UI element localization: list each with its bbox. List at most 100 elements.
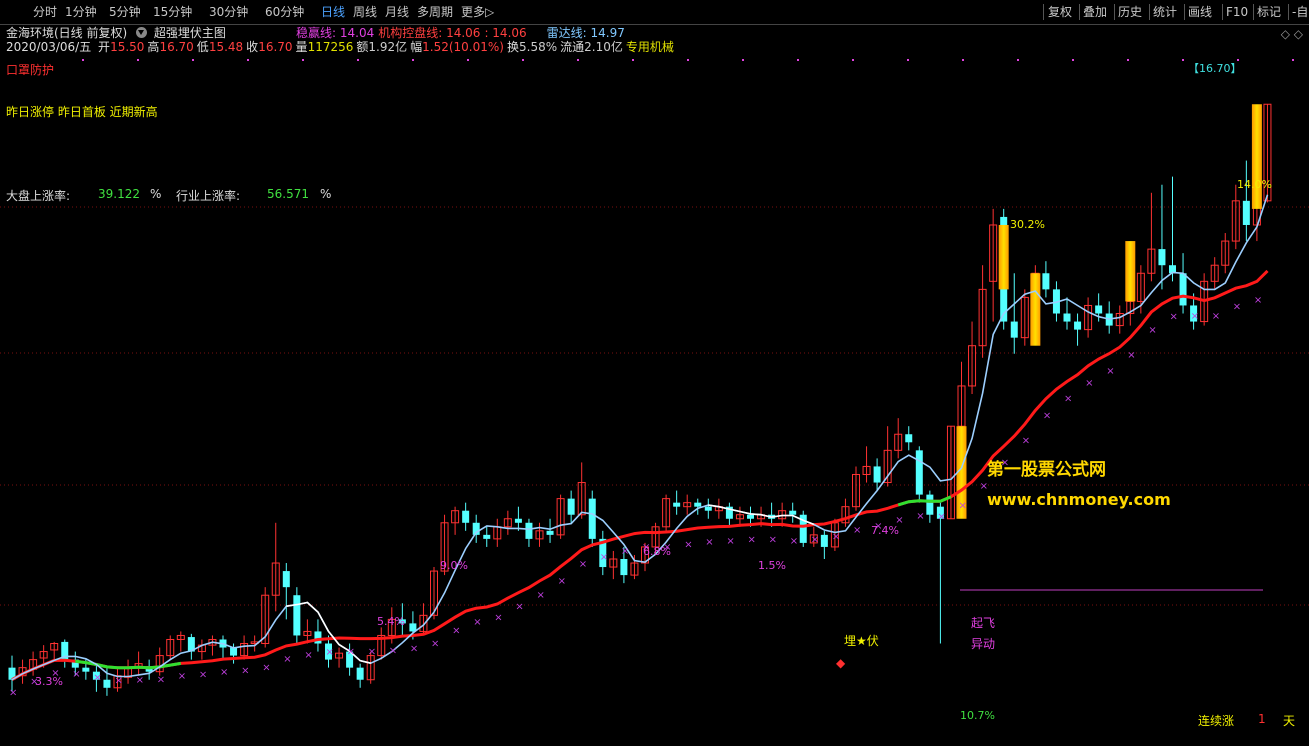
- candle-body: [546, 530, 554, 535]
- tab-3[interactable]: 15分钟: [153, 4, 192, 20]
- tab-10[interactable]: 更多▷: [461, 4, 494, 20]
- toolbar-separator: [1043, 4, 1044, 20]
- toolbar-btn-4[interactable]: 画线: [1188, 3, 1212, 21]
- toolbar-btn-2[interactable]: 历史: [1118, 3, 1142, 21]
- candle-body: [1063, 313, 1071, 322]
- marker-dot: [1127, 59, 1129, 61]
- tab-8[interactable]: 月线: [385, 4, 409, 20]
- toolbar-btn-7[interactable]: -自: [1292, 3, 1308, 21]
- toolbar-separator: [1222, 4, 1223, 20]
- tab-1[interactable]: 1分钟: [65, 4, 97, 20]
- stable-line-marker: ×: [1022, 436, 1030, 447]
- marker-dot: [357, 59, 359, 61]
- toolbar-btn-6[interactable]: 标记: [1257, 3, 1281, 21]
- gold-signal-bar: [998, 224, 1009, 290]
- marker-dot: [797, 59, 799, 61]
- stable-line-marker: ×: [178, 671, 186, 682]
- stable-line-marker: ×: [537, 590, 545, 601]
- market-rise-label: 大盘上涨率:: [6, 189, 71, 203]
- marker-dot: [852, 59, 854, 61]
- stable-line-marker: ×: [241, 666, 249, 677]
- toolbar-btn-1[interactable]: 叠加: [1083, 3, 1107, 21]
- stable-line-marker: ×: [157, 675, 165, 686]
- radar-line: [11, 194, 1269, 681]
- toolbar-btn-0[interactable]: 复权: [1048, 3, 1072, 21]
- tab-2[interactable]: 5分钟: [109, 4, 141, 20]
- tab-7[interactable]: 周线: [353, 4, 377, 20]
- consecutive-rise-unit: 天: [1283, 714, 1296, 728]
- pct-label-33: 3.3%: [35, 675, 63, 688]
- stable-line-marker: ×: [790, 536, 798, 547]
- stable-line-marker: ×: [389, 646, 397, 657]
- stable-line-marker: ×: [136, 675, 144, 686]
- stable-line-marker: ×: [72, 669, 80, 680]
- ambush-signal: 埋★伏: [844, 634, 879, 648]
- red-gem-icon: ◆: [836, 656, 846, 670]
- toolbar-separator: [1184, 4, 1185, 20]
- tab-4[interactable]: 30分钟: [209, 4, 248, 20]
- period-toolbar: 分时 1分钟 5分钟 15分钟 30分钟 60分钟 日线 周线 月线 多周期 更多▷ 复权 叠加 历史统…: [0, 0, 1309, 25]
- stable-line-marker: ×: [1064, 394, 1072, 405]
- stable-line-marker: ×: [473, 617, 481, 628]
- candle-body: [820, 534, 828, 547]
- candle-body: [1074, 321, 1082, 330]
- stable-line-marker: ×: [515, 602, 523, 613]
- stable-line-marker: ×: [304, 650, 312, 661]
- high-price-value: 16.70: [1199, 62, 1231, 75]
- watermark-url: www.chnmoney.com: [987, 490, 1171, 509]
- stable-line-marker: ×: [558, 576, 566, 587]
- marker-dot: [577, 59, 579, 61]
- candle-body: [282, 571, 290, 588]
- stable-line-marker: ×: [347, 646, 355, 657]
- tab-5[interactable]: 60分钟: [265, 4, 304, 20]
- toolbar-separator: [1288, 4, 1289, 20]
- pct-label-302: 30.2%: [1010, 218, 1045, 231]
- stable-line-marker: ×: [621, 546, 629, 557]
- stable-line-marker: ×: [769, 534, 777, 545]
- candle-body: [82, 667, 90, 672]
- stable-line-marker: ×: [410, 644, 418, 655]
- candle-body: [314, 631, 322, 644]
- candle-body: [620, 559, 628, 576]
- candle-body: [293, 595, 301, 636]
- market-rise-value: 39.122: [98, 187, 140, 201]
- candle-body: [789, 510, 797, 515]
- candle-body: [1242, 200, 1250, 225]
- kline-chart[interactable]: × × × × × × × × × × × × × × × × × × × × × × × × × × × × × × × × × × × × × × × ×…: [0, 24, 1309, 746]
- marker-dot: [687, 59, 689, 61]
- tab-9[interactable]: 多周期: [417, 4, 453, 20]
- candle-body: [873, 466, 881, 483]
- stable-line-marker: ×: [916, 511, 924, 522]
- stable-line-marker: ×: [199, 670, 207, 681]
- institution-control-line-green: [897, 495, 952, 507]
- candle-body: [1158, 249, 1166, 266]
- marker-dot: [412, 59, 414, 61]
- candle-body: [1179, 273, 1187, 306]
- stable-line-marker: ×: [1191, 311, 1199, 322]
- toolbar-btn-5[interactable]: F10: [1226, 3, 1248, 21]
- candle-body: [567, 498, 575, 515]
- watermark-title: 第一股票公式网: [987, 460, 1106, 480]
- industry-rise-pct: %: [320, 187, 332, 201]
- stable-line-marker: ×: [1212, 311, 1220, 322]
- marker-dot: [467, 59, 469, 61]
- pct-label-15: 1.5%: [758, 559, 786, 572]
- candle-body: [462, 510, 470, 523]
- stable-line-marker: ×: [283, 654, 291, 665]
- marker-dot: [1072, 59, 1074, 61]
- high-price-marker: 【16.70】: [1188, 62, 1242, 75]
- stable-line-marker: ×: [1148, 325, 1156, 336]
- toolbar-btn-3[interactable]: 统计: [1153, 3, 1177, 21]
- marker-dot: [1182, 59, 1184, 61]
- candle-body: [694, 502, 702, 507]
- pct-label-68: 6.8%: [643, 545, 671, 558]
- candle-body: [673, 502, 681, 507]
- marker-dot: [522, 59, 524, 61]
- tab-0[interactable]: 分时: [33, 4, 57, 20]
- marker-dot: [1292, 59, 1294, 61]
- tab-6[interactable]: 日线: [321, 4, 345, 20]
- pct-label-140: 14.0%: [1237, 178, 1272, 191]
- marker-dot: [1017, 59, 1019, 61]
- stable-line-marker: ×: [93, 672, 101, 683]
- stock-tags: 昨日涨停 昨日首板 近期新高: [6, 105, 158, 119]
